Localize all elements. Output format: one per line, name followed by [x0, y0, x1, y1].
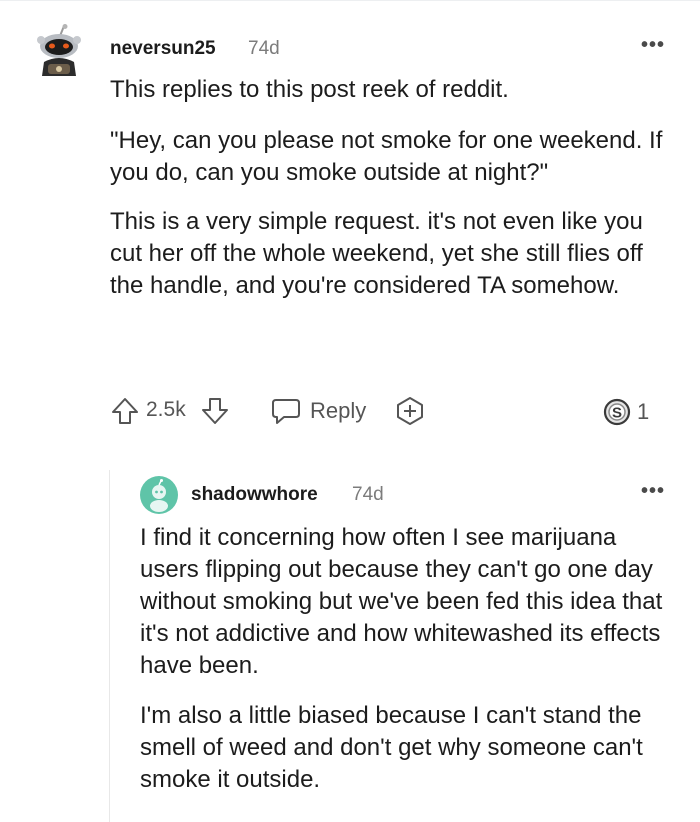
comment-paragraph: This is a very simple request. it's not … — [110, 208, 643, 299]
more-options-button[interactable]: ••• — [641, 35, 665, 55]
comment-paragraph: "Hey, can you please not smoke for one w… — [110, 127, 663, 186]
reply-button[interactable]: Reply — [270, 396, 366, 426]
reply-age[interactable]: 74d — [352, 484, 384, 506]
vote-score: 2.5k — [146, 398, 186, 422]
snoo-avatar-icon — [140, 476, 178, 514]
more-options-icon: ••• — [640, 34, 665, 56]
comment-body: This replies to this post reek of reddit… — [110, 74, 670, 302]
svg-text:S: S — [612, 405, 622, 422]
more-options-icon: ••• — [640, 480, 665, 502]
award-plus-icon — [397, 397, 423, 425]
comment-age[interactable]: 74d — [248, 38, 280, 60]
vote-count: 2.5k — [146, 398, 186, 421]
chat-bubble-icon — [272, 399, 300, 424]
upvote-arrow-icon — [112, 398, 138, 424]
downvote-button[interactable] — [200, 396, 230, 426]
award-button[interactable] — [395, 396, 425, 426]
comment-paragraph: This replies to this post reek of reddit… — [110, 76, 509, 103]
reply-more-options-button[interactable]: ••• — [641, 481, 665, 501]
award-count: 1 — [637, 399, 650, 424]
comment-action-bar: 2.5k Reply S 1 — [110, 396, 670, 428]
top-divider — [0, 0, 700, 1]
reply-label: Reply — [310, 398, 367, 423]
user-avatar[interactable] — [34, 24, 84, 78]
reply-paragraph: I find it concerning how often I see mar… — [140, 524, 663, 679]
reply-author[interactable]: shadowwhore — [191, 484, 318, 506]
thread-line[interactable] — [109, 470, 110, 822]
reply-paragraph: I'm also a little biased because I can't… — [140, 702, 643, 793]
reply-user-avatar[interactable] — [140, 476, 178, 514]
silver-award-icon: S — [603, 398, 631, 426]
snoo-avatar-icon — [37, 24, 81, 76]
downvote-arrow-icon — [202, 398, 228, 424]
comment-author[interactable]: neversun25 — [110, 38, 216, 60]
reply-body: I find it concerning how often I see mar… — [140, 522, 670, 796]
upvote-button[interactable] — [110, 396, 140, 426]
awards-display[interactable]: S 1 — [603, 397, 649, 427]
